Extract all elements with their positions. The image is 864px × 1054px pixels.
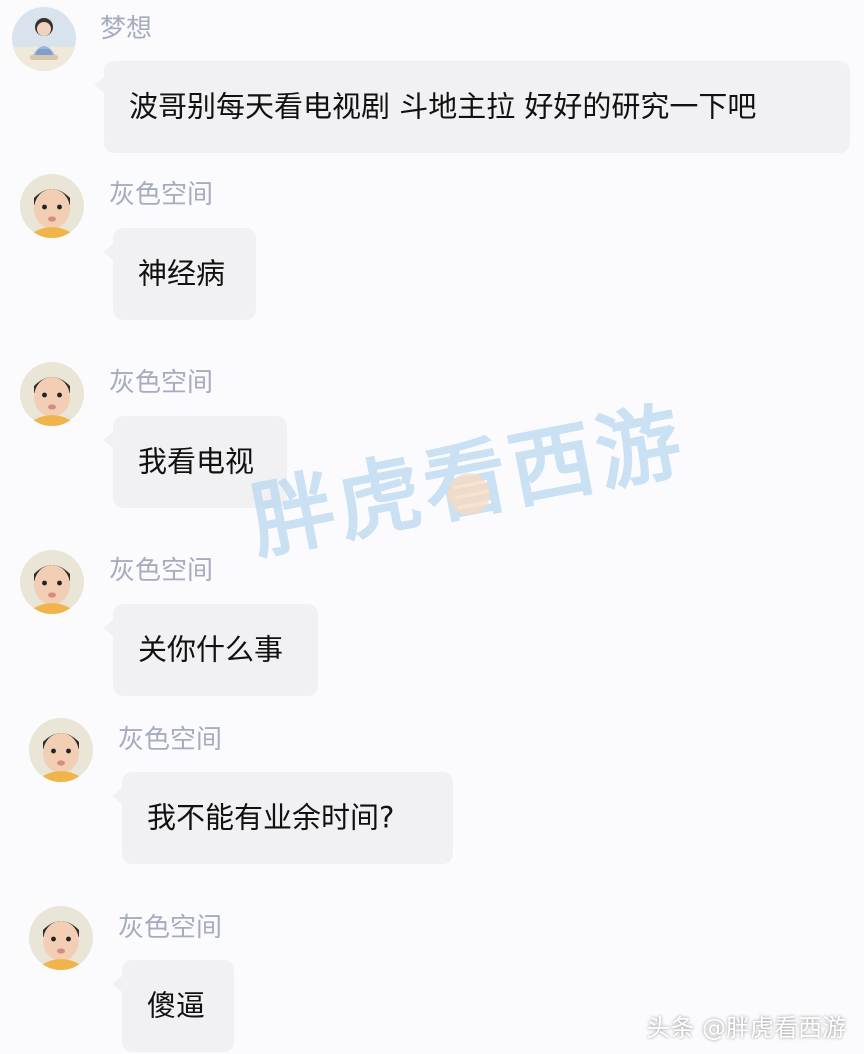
- message-text: 神经病: [138, 256, 226, 291]
- sender-name: 灰色空间: [109, 556, 214, 586]
- message-text: 波哥别每天看电视剧 斗地主拉 好好的研究一下吧: [129, 89, 757, 124]
- watermark: 胖虎看西游: [240, 380, 693, 609]
- baby-face-avatar[interactable]: [20, 362, 84, 426]
- message-text: 关你什么事: [138, 632, 284, 667]
- footer-credit: 头条 @胖虎看西游: [646, 1014, 846, 1042]
- message-bubble[interactable]: 关你什么事: [103, 604, 318, 696]
- message-bubble[interactable]: 我不能有业余时间?: [112, 772, 453, 864]
- message-bubble[interactable]: 神经病: [103, 228, 256, 320]
- message-bubble[interactable]: 波哥别每天看电视剧 斗地主拉 好好的研究一下吧: [94, 61, 850, 153]
- message-bubble[interactable]: 我看电视: [103, 416, 287, 508]
- sender-name: 灰色空间: [118, 913, 223, 943]
- baby-face-avatar[interactable]: [29, 718, 93, 782]
- sender-name: 灰色空间: [109, 368, 214, 398]
- watermark-text: 胖虎看西游: [242, 391, 693, 572]
- baby-face-avatar[interactable]: [29, 906, 93, 970]
- baby-face-avatar[interactable]: [20, 174, 84, 238]
- message-text: 我不能有业余时间?: [147, 800, 395, 835]
- message-text: 傻逼: [147, 988, 206, 1023]
- sender-name: 灰色空间: [118, 725, 223, 755]
- message-bubble[interactable]: 傻逼: [112, 960, 234, 1052]
- woman-sitting-avatar[interactable]: [12, 7, 76, 71]
- cat-face-icon: [444, 469, 494, 519]
- sender-name: 灰色空间: [109, 180, 214, 210]
- sender-name: 梦想: [100, 14, 153, 44]
- baby-face-avatar[interactable]: [20, 550, 84, 614]
- message-text: 我看电视: [138, 444, 255, 479]
